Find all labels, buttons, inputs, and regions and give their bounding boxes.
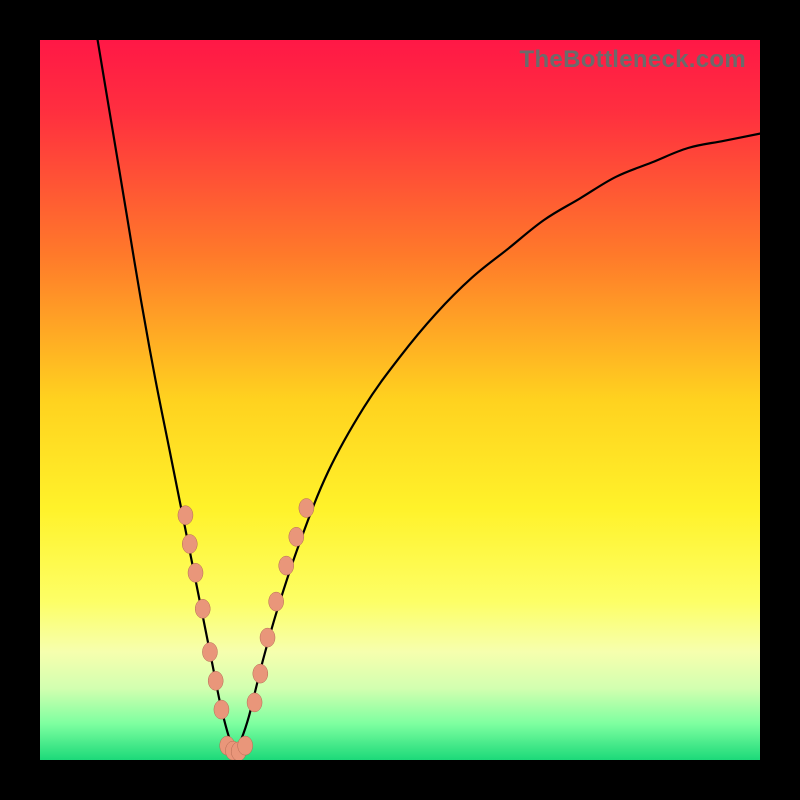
data-dot	[188, 563, 203, 582]
curve-layer	[40, 40, 760, 760]
data-dot	[178, 506, 193, 525]
data-dot	[208, 671, 223, 690]
data-dot	[253, 664, 268, 683]
data-dot	[269, 592, 284, 611]
data-dot	[289, 527, 304, 546]
plot-area: TheBottleneck.com	[40, 40, 760, 760]
data-dot	[214, 700, 229, 719]
data-dot	[247, 693, 262, 712]
watermark-text: TheBottleneck.com	[520, 46, 746, 74]
data-dot	[195, 599, 210, 618]
curve-right-branch	[234, 134, 760, 753]
data-dot	[260, 628, 275, 647]
chart-frame: TheBottleneck.com	[0, 0, 800, 800]
data-dot	[299, 499, 314, 518]
data-dots	[178, 499, 314, 761]
data-dot	[238, 736, 253, 755]
data-dot	[202, 643, 217, 662]
data-dot	[279, 556, 294, 575]
data-dot	[182, 535, 197, 554]
